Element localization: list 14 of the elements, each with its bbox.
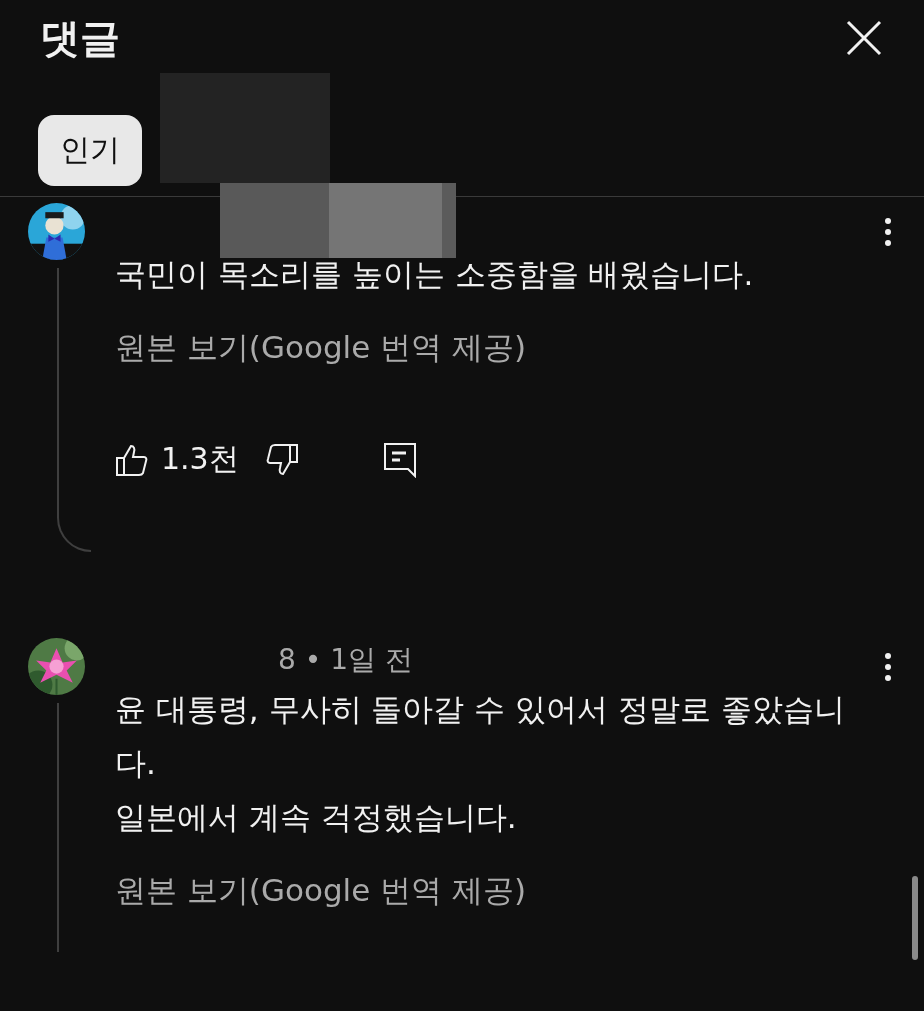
more-icon[interactable]: [884, 652, 892, 682]
comment-text: 국민이 목소리를 높이는 소중함을 배웠습니다.: [115, 255, 755, 294]
panel-title: 댓글: [40, 13, 120, 63]
like-count: 1.3천: [161, 440, 239, 478]
view-original-link[interactable]: 원본 보기(Google 번역 제공): [115, 870, 527, 912]
thumbs-up-icon[interactable]: [115, 442, 149, 477]
close-icon[interactable]: [844, 18, 884, 58]
thumbs-down-icon[interactable]: [264, 442, 299, 477]
comment-text: 윤 대통령, 무사히 돌아갈 수 있어서 정말로 좋았습니다. 일본에서 계속 걱정했습니다.: [115, 690, 846, 837]
sort-chip[interactable]: 인기: [38, 115, 142, 186]
comment-meta: 8 • 1일 전: [278, 642, 413, 678]
reply-icon[interactable]: [382, 441, 417, 478]
view-original-link[interactable]: 원본 보기(Google 번역 제공): [115, 327, 527, 369]
more-icon[interactable]: [884, 217, 892, 247]
